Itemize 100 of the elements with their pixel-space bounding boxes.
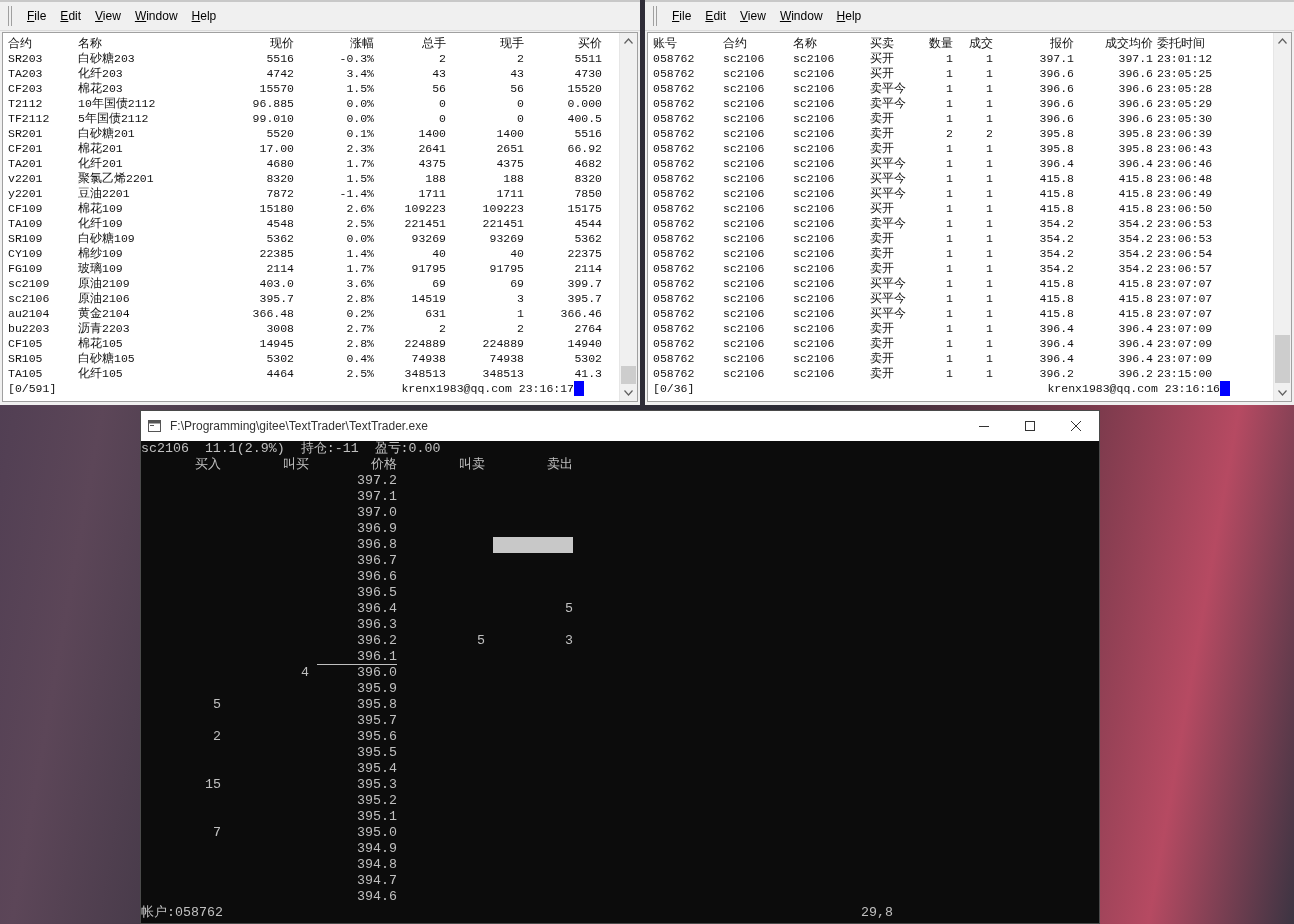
table-cell-text: 354.2 — [1117, 261, 1153, 276]
table-cell-text: v2201 — [8, 171, 44, 186]
account-label: 帐户:058762 — [141, 905, 224, 921]
table-cell-text: SR105 — [8, 351, 44, 366]
table-cell-text: 5516 — [265, 51, 294, 66]
text-cursor — [1220, 381, 1230, 396]
table-cell-text: 395.7 — [258, 291, 294, 306]
menu-item[interactable]: Window — [779, 9, 823, 23]
table-cell-text: 沥青2203 — [78, 321, 131, 336]
table-cell-text: SR203 — [8, 51, 44, 66]
table-cell-text: 买平今 — [870, 171, 907, 186]
table-cell-text: 3.6% — [345, 276, 374, 291]
table-cell-text: 5年国债2112 — [78, 111, 150, 126]
column-header: 合约 — [723, 36, 748, 51]
table-cell-text: 058762 — [653, 66, 696, 81]
table-cell-text: 1 — [985, 66, 993, 81]
table-cell-text: 原油2109 — [78, 276, 131, 291]
table-cell-text: 1 — [945, 81, 953, 96]
column-header: 叫买 — [282, 457, 309, 473]
table-cell-text: 0.2% — [345, 306, 374, 321]
table-cell-text: 卖开 — [870, 321, 895, 336]
table-cell-text: 1 — [945, 366, 953, 381]
table-cell-text: 23:06:43 — [1156, 141, 1214, 156]
table-cell-text: 23:01:12 — [1156, 51, 1214, 66]
table-cell-text: 卖开 — [870, 336, 895, 351]
table-cell-text: 1 — [945, 96, 953, 111]
scroll-thumb[interactable] — [1275, 335, 1290, 383]
column-header: 名称 — [793, 36, 818, 51]
table-cell-text: sc2106 — [723, 291, 766, 306]
table-cell-text: CF105 — [8, 336, 44, 351]
menu-item[interactable]: Edit — [60, 9, 82, 23]
order-volume: 2 — [212, 729, 221, 745]
table-cell-text: 23:05:29 — [1156, 96, 1214, 111]
table-cell-text: 0.0% — [345, 96, 374, 111]
table-cell-text: 058762 — [653, 96, 696, 111]
menu-item[interactable]: Window — [134, 9, 178, 23]
table-cell-text: 56 — [509, 81, 524, 96]
menu-item[interactable]: File — [27, 9, 47, 23]
menu-item[interactable]: View — [740, 9, 766, 23]
table-cell-text: 棉花105 — [78, 336, 124, 351]
table-cell-text: 397.1 — [1038, 51, 1074, 66]
table-cell-text: CF203 — [8, 81, 44, 96]
table-cell-text: sc2106 — [793, 171, 836, 186]
table-cell-text: 1 — [985, 201, 993, 216]
table-cell-text: 1 — [945, 141, 953, 156]
table-cell-text: 2 — [985, 126, 993, 141]
table-cell-text: 396.6 — [1038, 96, 1074, 111]
close-icon — [1071, 421, 1081, 431]
column-header: 报价 — [1049, 36, 1074, 51]
column-header: 买卖 — [870, 36, 895, 51]
table-cell-text: 1 — [985, 246, 993, 261]
table-cell-text: 0 — [438, 96, 446, 111]
menu-item[interactable]: File — [672, 9, 692, 23]
table-cell-text: 1400 — [417, 126, 446, 141]
scrollbar[interactable] — [619, 33, 637, 401]
table-cell-text: sc2106 — [793, 111, 836, 126]
table-cell-text: 058762 — [653, 216, 696, 231]
column-header: 涨幅 — [349, 36, 374, 51]
menu-item[interactable]: View — [95, 9, 121, 23]
table-cell-text: 1 — [945, 321, 953, 336]
table-cell-text: 22385 — [258, 246, 294, 261]
toolbar-grip-icon — [653, 6, 658, 26]
table-cell-text: 415.8 — [1038, 276, 1074, 291]
scroll-down-icon — [624, 390, 633, 396]
table-cell-text: 23:07:07 — [1156, 276, 1214, 291]
table-cell-text: 058762 — [653, 261, 696, 276]
table-cell-text: sc2106 — [793, 261, 836, 276]
table-cell-text: sc2106 — [723, 366, 766, 381]
scroll-thumb[interactable] — [621, 366, 636, 384]
table-cell-text: 395.8 — [1038, 141, 1074, 156]
scrollbar[interactable] — [1273, 33, 1291, 401]
table-cell-text: 415.8 — [1117, 201, 1153, 216]
toolbar-grip-icon — [8, 6, 13, 26]
table-cell-text: 1 — [985, 51, 993, 66]
menu-item[interactable]: Help — [191, 9, 217, 23]
table-cell-text: -0.3% — [338, 51, 374, 66]
table-cell-text: 109223 — [403, 201, 446, 216]
table-cell-text: 1 — [945, 351, 953, 366]
table-cell-text: 4375 — [495, 156, 524, 171]
table-cell-text: 4682 — [573, 156, 602, 171]
column-header: 叫卖 — [458, 457, 485, 473]
table-cell-text: 415.8 — [1038, 186, 1074, 201]
table-cell-text: 0.4% — [345, 351, 374, 366]
table-cell-text: 1 — [985, 141, 993, 156]
table-cell-text: 415.8 — [1117, 276, 1153, 291]
order-volume: 5 — [212, 697, 221, 713]
menu-item[interactable]: Edit — [705, 9, 727, 23]
table-cell-text: 396.6 — [1117, 96, 1153, 111]
table-cell-text: 2.6% — [345, 201, 374, 216]
table-cell-text: 卖平今 — [870, 81, 907, 96]
table-cell-text: 109223 — [481, 201, 524, 216]
order-volume: 5 — [476, 633, 485, 649]
table-cell-text: 058762 — [653, 291, 696, 306]
table-cell-text: 415.8 — [1038, 201, 1074, 216]
selection-highlight[interactable] — [493, 537, 573, 553]
table-cell-text: 395.8 — [1117, 141, 1153, 156]
table-cell-text: 91795 — [410, 261, 446, 276]
menu-item[interactable]: Help — [836, 9, 862, 23]
table-cell-text: 5362 — [265, 231, 294, 246]
column-header: 现价 — [269, 36, 294, 51]
